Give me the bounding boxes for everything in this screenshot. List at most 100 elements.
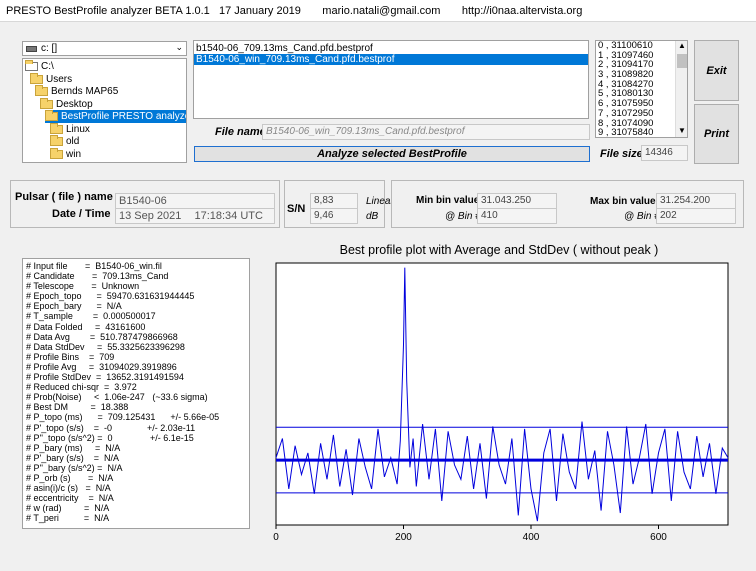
pulsar-name-label: Pulsar ( file ) name: [15, 191, 113, 203]
drive-label: c: []: [41, 43, 58, 54]
tree-item[interactable]: Desktop: [40, 97, 93, 111]
tree-item[interactable]: win: [50, 147, 82, 161]
pulsar-name-field: B1540-06: [115, 193, 275, 209]
folder-icon: [25, 60, 38, 71]
tree-item[interactable]: Linux: [50, 122, 90, 136]
info-line: # P''_topo (s/s^2) = 0 +/- 6.1e-15: [26, 432, 194, 443]
info-line: # asin(i)/c (s) = N/A: [26, 483, 111, 494]
app-window: PRESTO BestProfile analyzer BETA 1.0.1 1…: [0, 0, 756, 571]
min-bin-index-label: @ Bin #: [445, 211, 481, 222]
info-line: # P_bary (ms) = N/A: [26, 442, 121, 453]
scroll-up-icon[interactable]: ▲: [678, 41, 686, 50]
title-bar: PRESTO BestProfile analyzer BETA 1.0.1 1…: [0, 0, 756, 22]
chevron-down-icon[interactable]: ⌄: [175, 42, 183, 53]
file-list[interactable]: b1540-06_709.13ms_Cand.pfd.bestprof B1540…: [193, 40, 589, 119]
info-line: # Reduced chi-sqr = 3.972: [26, 382, 137, 393]
x-tick-label: 0: [273, 532, 279, 543]
tree-item-label: win: [66, 148, 82, 160]
folder-icon: [30, 72, 43, 84]
info-line: # Data StdDev = 55.3325623396298: [26, 341, 185, 352]
tree-item-label: C:\: [41, 61, 54, 72]
max-bin-value-label: Max bin value: [590, 196, 656, 207]
scroll-thumb[interactable]: [677, 54, 687, 68]
info-line: # Data Avg = 510.787479866968: [26, 331, 178, 342]
tree-item-label: Desktop: [56, 98, 93, 110]
file-name-field[interactable]: B1540-06_win_709.13ms_Cand.pfd.bestprof: [262, 124, 590, 140]
info-line: # w (rad) = N/A: [26, 503, 110, 514]
profile-chart: Best profile plot with Average and StdDe…: [273, 243, 729, 543]
tree-item[interactable]: BestProfile PRESTO analyzer 1.0.1.e: [45, 110, 186, 123]
drive-icon: [26, 46, 37, 52]
info-line: # P'_bary (s/s) = N/A: [26, 452, 119, 463]
info-line: # Prob(Noise) < 1.06e-247 (~33.6 sigma): [26, 392, 208, 403]
file-size-label: File size: [600, 148, 643, 160]
info-line: # eccentricity = N/A: [26, 493, 114, 504]
info-line: # T_peri = N/A: [26, 513, 110, 524]
scroll-down-icon[interactable]: ▼: [678, 126, 686, 135]
exit-button[interactable]: Exit: [694, 40, 739, 101]
tree-item[interactable]: old: [50, 135, 79, 148]
info-line: # Profile Avg = 31094029.3919896: [26, 361, 177, 372]
bin-list-scrollbar[interactable]: ▲ ▼: [675, 41, 687, 137]
plot-area: [275, 262, 729, 526]
tree-item[interactable]: C:\: [25, 60, 54, 73]
info-line: # Telescope = Unknown: [26, 281, 140, 292]
info-line: # Best DM = 18.388: [26, 402, 129, 413]
x-tick-label: 600: [650, 532, 667, 543]
min-bin-value-label: Min bin value: [416, 195, 480, 206]
sn-db-unit: dB: [366, 211, 379, 222]
analyze-button-label: Analyze selected BestProfile: [317, 148, 467, 160]
info-line: # P''_bary (s/s^2) = N/A: [26, 462, 123, 473]
tree-item-label: Linux: [66, 123, 90, 135]
exit-button-label: Exit: [706, 64, 727, 77]
bestprof-info-text: # Input file = B1540-06_win.fil # Candida…: [22, 258, 250, 529]
x-tick-label: 400: [523, 532, 540, 543]
tree-item-label: old: [66, 136, 80, 147]
info-line: # T_sample = 0.000500017: [26, 311, 156, 322]
folder-icon: [50, 147, 63, 159]
info-line: # P_orb (s) = N/A: [26, 472, 114, 483]
info-line: # Input file = B1540-06_win.fil: [26, 261, 162, 271]
analyze-button[interactable]: Analyze selected BestProfile: [194, 146, 590, 162]
tree-item-label: BestProfile PRESTO analyzer 1.0.1.e: [61, 111, 186, 122]
info-line: # Profile Bins = 709: [26, 351, 115, 362]
info-line: # P'_topo (s/s) = -0 +/- 2.03e-11: [26, 422, 196, 433]
x-tick-label: 200: [395, 532, 412, 543]
file-size-field: 14346: [641, 145, 688, 161]
info-line: # Epoch_topo = 59470.631631944445: [26, 291, 195, 302]
info-line: # P_topo (ms) = 709.125431 +/- 5.66e-05: [26, 412, 220, 423]
drive-select[interactable]: c: [] ⌄: [22, 41, 187, 56]
time-value: 17:18:34 UTC: [194, 210, 263, 222]
info-line: # Candidate = 709.13ms_Cand: [26, 271, 169, 282]
info-line: # Data Folded = 43161600: [26, 321, 146, 332]
print-button[interactable]: Print: [694, 104, 739, 164]
bin-list-item[interactable]: 9 , 31075840: [596, 128, 687, 137]
date-value: 13 Sep 2021: [119, 210, 182, 222]
tree-item[interactable]: Bernds MAP65: [35, 85, 118, 98]
directory-tree[interactable]: C:\ Users Bernds MAP65 Desktop BestProfile P…: [22, 58, 187, 163]
tree-item-label: Bernds MAP65: [51, 86, 119, 97]
max-bin-index-field: 202: [656, 208, 736, 224]
sn-db-field: 9,46: [310, 208, 358, 224]
sn-linear-unit: Linear: [366, 196, 394, 207]
sn-linear-field: 8,83: [310, 193, 358, 209]
min-bin-value-field: 31.043.250: [477, 193, 557, 209]
print-button-label: Print: [703, 128, 730, 140]
info-line: # Profile StdDev = 13652.3191491594: [26, 372, 184, 383]
folder-icon: [35, 85, 48, 96]
max-bin-index-label: @ Bin #: [624, 211, 660, 222]
sn-label: S/N: [287, 203, 306, 215]
folder-icon: [40, 97, 53, 109]
file-list-item[interactable]: b1540-06_709.13ms_Cand.pfd.bestprof: [194, 43, 588, 54]
max-bin-value-field: 31.254.200: [656, 193, 736, 209]
window-title: PRESTO BestProfile analyzer BETA 1.0.1 1…: [6, 4, 583, 17]
tree-item-label: Users: [46, 73, 73, 85]
file-name-label: File name: [215, 126, 266, 138]
tree-item[interactable]: Users: [30, 72, 73, 86]
folder-icon: [45, 110, 58, 121]
min-bin-index-field: 410: [477, 208, 557, 224]
folder-icon: [50, 122, 63, 134]
folder-icon: [50, 135, 63, 146]
datetime-field: 13 Sep 2021 17:18:34 UTC: [115, 208, 275, 224]
file-list-item[interactable]: B1540-06_win_709.13ms_Cand.pfd.bestprof: [194, 54, 588, 65]
